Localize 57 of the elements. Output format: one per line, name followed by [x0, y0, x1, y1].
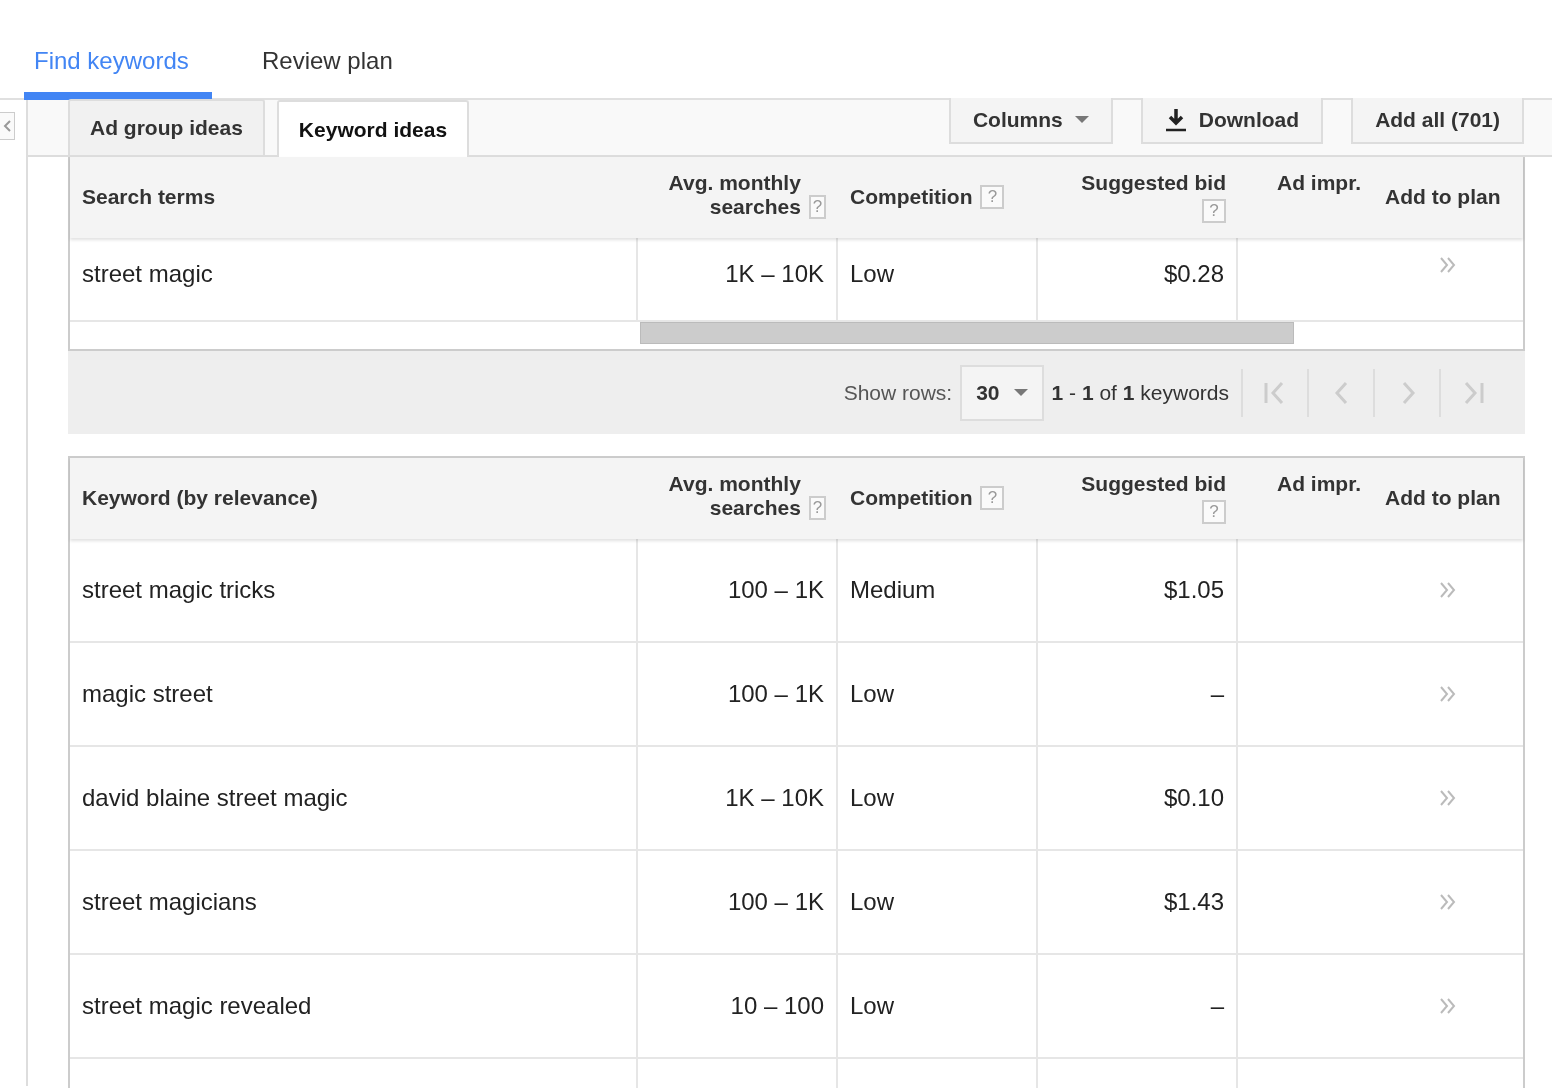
keyword-cell-text: street magic — [82, 259, 213, 289]
competition-cell-text: Low — [850, 991, 895, 1021]
chevron-left-icon — [3, 120, 11, 132]
competition-cell-text: Low — [850, 887, 895, 917]
column-header: Add to plan — [1385, 486, 1501, 510]
column-header: Keyword (by relevance) — [82, 486, 318, 510]
competition-cell-text: Medium — [850, 575, 936, 605]
sub-tab[interactable]: Ad group ideas — [68, 99, 265, 155]
column-header: Competition — [850, 185, 973, 210]
add-to-plan-icon[interactable] — [1439, 997, 1457, 1015]
competition-cell-text: Low — [850, 259, 895, 289]
add-to-plan-icon[interactable] — [1439, 581, 1457, 599]
add-to-plan-icon[interactable] — [1439, 256, 1457, 274]
download-button[interactable]: Download — [1140, 98, 1324, 144]
range-text: 1 - 1 of 1 keywords — [1051, 379, 1229, 406]
column-header: Ad impr. — [1277, 171, 1361, 196]
column-header: Competition — [850, 486, 973, 511]
competition-cell-text: Low — [850, 783, 895, 813]
bid-cell-text: – — [1210, 991, 1224, 1021]
bid-cell-text: $1.43 — [1163, 887, 1224, 917]
keyword-cell-text: street magic tricks — [82, 575, 276, 605]
searches-cell-text: 1K – 10K — [725, 783, 824, 813]
add-to-plan-icon[interactable] — [1439, 685, 1457, 703]
column-header: Add to plan — [1385, 185, 1501, 209]
keyword-cell-text: david blaine street magic — [82, 783, 348, 813]
top-tab[interactable]: Review plan — [252, 0, 403, 100]
caret-icon — [1074, 116, 1089, 124]
collapse-button[interactable] — [0, 112, 15, 140]
column-header: Suggested bid — [1081, 171, 1226, 196]
keyword-cell-text: street magic revealed — [82, 991, 312, 1021]
keyword-cell-text: magic street — [82, 679, 213, 709]
column-header: Suggested bid — [1081, 472, 1226, 497]
bid-cell-text: – — [1210, 679, 1224, 709]
column-header: Avg. monthly searches — [667, 171, 801, 220]
column-header: Ad impr. — [1277, 472, 1361, 497]
add-all-button[interactable]: Add all (701) — [1351, 98, 1524, 144]
caret-icon — [1013, 388, 1028, 397]
scrollbar-thumb[interactable] — [640, 322, 1294, 344]
add-to-plan-icon[interactable] — [1439, 893, 1457, 911]
bid-cell-text: $0.10 — [1163, 783, 1224, 813]
bid-cell-text: $0.28 — [1163, 259, 1224, 289]
download-icon — [1164, 108, 1187, 132]
bid-cell-text: $1.05 — [1163, 575, 1224, 605]
competition-cell-text: Low — [850, 679, 895, 709]
keyword-cell-text: street magicians — [82, 887, 257, 917]
searches-cell-text: 1K – 10K — [725, 259, 824, 289]
sub-tab[interactable]: Keyword ideas — [276, 100, 470, 157]
column-header: Avg. monthly searches — [667, 472, 801, 521]
add-to-plan-icon[interactable] — [1439, 789, 1457, 807]
searches-cell-text: 100 – 1K — [727, 679, 824, 709]
column-header: Search terms — [82, 185, 216, 209]
rows-dropdown[interactable]: 30 — [960, 364, 1044, 421]
searches-cell-text: 100 – 1K — [727, 575, 824, 605]
columns-button[interactable]: Columns — [948, 98, 1113, 144]
searches-cell-text: 100 – 1K — [727, 887, 824, 917]
show-rows-label: Show rows: — [843, 379, 953, 406]
searches-cell-text: 10 – 100 — [730, 991, 824, 1021]
